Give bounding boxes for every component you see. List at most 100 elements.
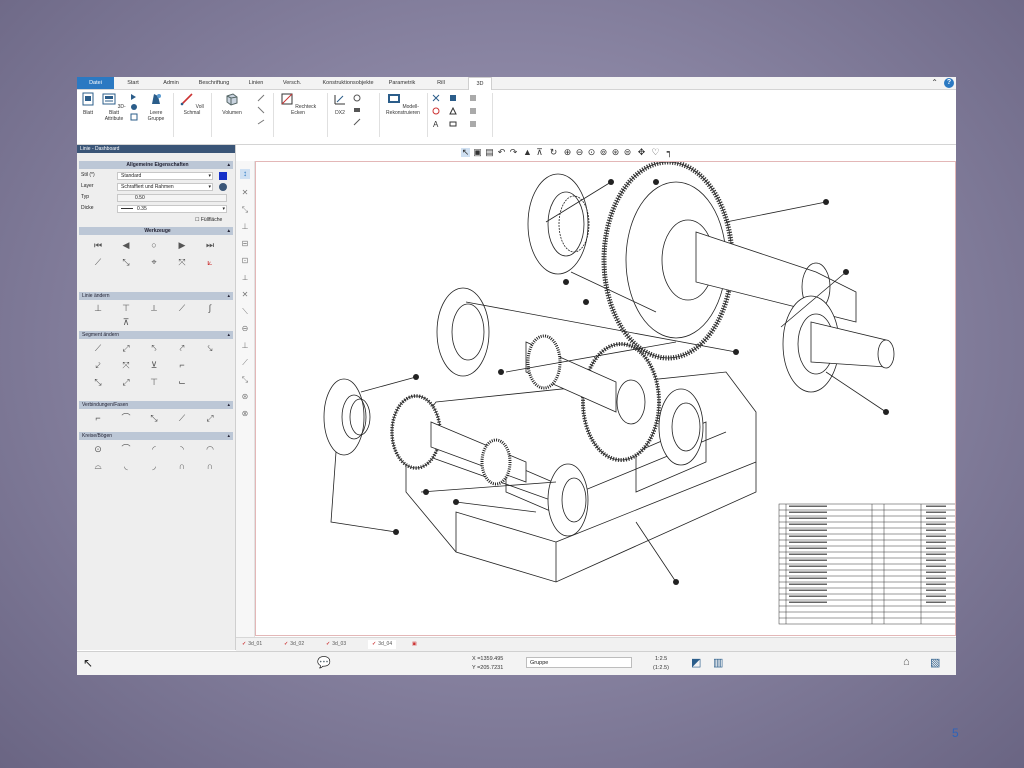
book-icon[interactable]: ▥	[713, 656, 723, 669]
fillet-tool-3-icon[interactable]: ⤡	[149, 413, 159, 423]
tool-e-icon[interactable]: ⟀	[205, 257, 215, 267]
dx2-button[interactable]: DX2	[331, 92, 349, 116]
line-diag2-icon[interactable]	[257, 106, 265, 114]
transform-icon[interactable]	[432, 94, 440, 102]
modell-rekonstruieren-button[interactable]: Modell-Rekonstruieren	[383, 92, 423, 116]
snap-6-icon[interactable]: ⟂	[240, 273, 250, 283]
undo-icon[interactable]: ↶	[497, 148, 506, 157]
segment-tool-11-icon[interactable]: ⤢	[121, 377, 131, 387]
layer-status-icon[interactable]: ◩	[691, 656, 701, 669]
segment-tool-7-icon[interactable]: ⤧	[121, 360, 131, 370]
snap-2-icon[interactable]: ⤡	[240, 205, 250, 215]
drawing-canvas[interactable]	[255, 159, 956, 636]
layer-icon[interactable]	[449, 94, 457, 102]
collapse-icon[interactable]: ▴	[227, 331, 230, 339]
arc-tool-6-icon[interactable]: ◟	[121, 461, 131, 471]
previous-icon[interactable]: ◀	[121, 240, 131, 250]
add-sheet-icon[interactable]: ▣	[412, 640, 417, 649]
list-icon[interactable]	[469, 94, 477, 102]
segment-tool-8-icon[interactable]: ⊻	[149, 360, 159, 370]
line-tool-2-icon[interactable]: ⊤	[121, 303, 131, 313]
fill-checkbox[interactable]: ☐ Füllfläche	[195, 217, 222, 223]
voll-schmal-button[interactable]: Voll Schmal	[177, 92, 207, 116]
segment-tool-6-icon[interactable]: ⤦	[93, 360, 103, 370]
snap-8-icon[interactable]: ⟍	[240, 307, 250, 317]
print-icon[interactable]: ▤	[485, 148, 494, 157]
snap-11-icon[interactable]: ⟋	[240, 358, 250, 368]
group-tool-icon[interactable]	[130, 103, 138, 111]
snap-1-icon[interactable]: ✕	[240, 188, 250, 198]
segment-tool-4-icon[interactable]: ⤤	[177, 343, 187, 353]
exit-icon[interactable]: ▧	[930, 656, 940, 669]
segment-tool-3-icon[interactable]: ⤣	[149, 343, 159, 353]
section-connections[interactable]: Verbindungen/Fasen ▴	[79, 401, 233, 409]
tab-start[interactable]: Start	[122, 77, 144, 89]
line-tool-1-icon[interactable]: ⊥	[93, 303, 103, 313]
line-tool-6-icon[interactable]: ⊼	[121, 317, 131, 327]
zoom-all-icon[interactable]: ⊚	[599, 148, 608, 157]
measure3-icon[interactable]	[353, 118, 361, 126]
snap-4-icon[interactable]: ⊟	[240, 239, 250, 249]
segment-tool-2-icon[interactable]: ⤢	[121, 343, 131, 353]
layer-select[interactable]: Schraffiert und Rahmen ▾	[117, 183, 213, 191]
color-swatch[interactable]	[219, 172, 227, 180]
pan-icon[interactable]: ✥	[637, 148, 646, 157]
circle-tool-1-icon[interactable]: ⊙	[93, 444, 103, 454]
snap-5-icon[interactable]: ⊡	[240, 256, 250, 266]
zoom-window-icon[interactable]: ⊙	[587, 148, 596, 157]
chat-icon[interactable]: 💬	[317, 656, 331, 669]
snap-pointer-icon[interactable]: ↕	[240, 169, 250, 179]
section-tools[interactable]: Werkzeuge ▴	[79, 227, 233, 235]
next-icon[interactable]: ▶	[177, 240, 187, 250]
segment-tool-13-icon[interactable]: ⌙	[177, 377, 187, 387]
leere-gruppe-button[interactable]: Leere Gruppe	[143, 92, 169, 122]
arc-tool-9-icon[interactable]: ∩	[205, 461, 215, 471]
segment-tool-9-icon[interactable]: ⌐	[177, 360, 187, 370]
zoom-previous-icon[interactable]: ⊛	[611, 148, 620, 157]
tool-b-icon[interactable]: ⤡	[121, 257, 131, 267]
save-icon[interactable]: ▣	[473, 148, 482, 157]
line-tool-5-icon[interactable]: ∫	[205, 303, 215, 313]
section-arcs[interactable]: Kreise/Bögen ▴	[79, 432, 233, 440]
move-up-icon[interactable]: ▲	[523, 148, 532, 157]
rotate-icon[interactable]	[432, 107, 440, 115]
snap-13-icon[interactable]: ⊛	[240, 392, 250, 402]
snap-icon[interactable]	[449, 107, 457, 115]
snap-3-icon[interactable]: ⊥	[240, 222, 250, 232]
zoom-in-icon[interactable]: ⊕	[563, 148, 572, 157]
view-options-icon[interactable]: ┑	[665, 148, 674, 157]
arc-tool-7-icon[interactable]: ◞	[149, 461, 159, 471]
line-tool-4-icon[interactable]: ⟋	[177, 303, 187, 313]
attribute-icon[interactable]	[449, 120, 457, 128]
pointer-mode-icon[interactable]: ↖	[83, 656, 93, 670]
volumen-button[interactable]: Volumen	[215, 92, 249, 116]
sheet-tab[interactable]: ✓ 3d_02	[284, 640, 304, 649]
blatt-attribute-button[interactable]: 3D-Blatt Attribute	[101, 92, 127, 122]
zoom-out-icon[interactable]: ⊖	[575, 148, 584, 157]
view-heart-icon[interactable]: ♡	[651, 148, 660, 157]
rechteck-ecken-button[interactable]: Rechteck Ecken	[279, 92, 317, 116]
section-general-properties[interactable]: Allgemeine Eigenschaften ▴	[79, 161, 233, 169]
tool-d-icon[interactable]: ⤧	[177, 257, 187, 267]
fillet-tool-5-icon[interactable]: ⤢	[205, 413, 215, 423]
fillet-tool-1-icon[interactable]: ⌐	[93, 413, 103, 423]
dicke-select[interactable]: 0.35 ▾	[117, 205, 227, 213]
segment-tool-10-icon[interactable]: ⤡	[93, 377, 103, 387]
collapse-icon[interactable]: ▴	[227, 161, 230, 169]
zoom-extents-icon[interactable]: ⊜	[623, 148, 632, 157]
snap-14-icon[interactable]: ⊗	[240, 409, 250, 419]
arc-tool-2-icon[interactable]: ◜	[149, 444, 159, 454]
tab-parametrik[interactable]: Parametrik	[383, 77, 421, 89]
refresh-icon[interactable]: ↻	[549, 148, 558, 157]
help-icon[interactable]: ?	[944, 78, 954, 88]
tab-linien[interactable]: Linien	[244, 77, 268, 89]
layer-visibility-icon[interactable]	[219, 183, 227, 191]
arrow-tool-icon[interactable]	[130, 93, 138, 101]
collapse-icon[interactable]: ▴	[227, 401, 230, 409]
segment-tool-1-icon[interactable]: ⟋	[93, 343, 103, 353]
last-icon[interactable]: ⏭	[205, 240, 215, 250]
first-icon[interactable]: ⏮	[93, 240, 103, 250]
stil-select[interactable]: Standard ▾	[117, 172, 213, 180]
arc-tool-4-icon[interactable]: ◠	[205, 444, 215, 454]
sheet-tab-active[interactable]: ✓ 3d_04	[368, 640, 397, 649]
